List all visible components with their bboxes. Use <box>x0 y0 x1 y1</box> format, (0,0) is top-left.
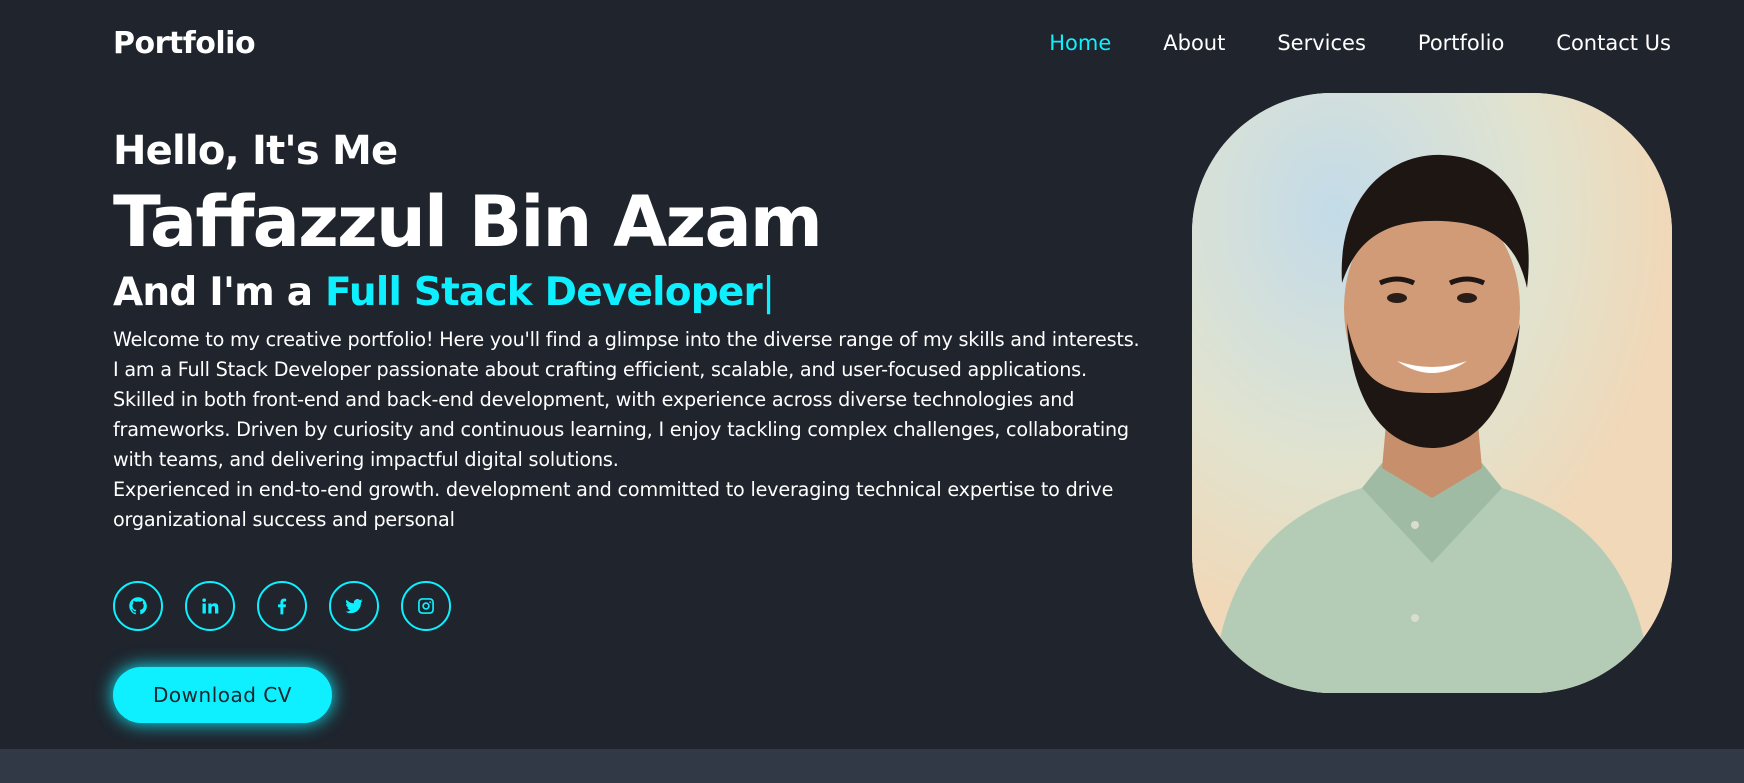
main-nav: Home About Services Portfolio Contact Us <box>1049 31 1671 55</box>
description-line: frameworks. Driven by curiosity and cont… <box>113 418 1129 441</box>
typing-caret: | <box>761 270 775 315</box>
site-header: Portfolio Home About Services Portfolio … <box>0 0 1744 86</box>
linkedin-icon <box>202 598 219 614</box>
hero-text: Hello, It's Me Taffazzul Bin Azam And I'… <box>113 120 1193 535</box>
role-line: And I'm a Full Stack Developer| <box>113 262 1193 324</box>
hero-description: Welcome to my creative portfolio! Here y… <box>113 325 1193 535</box>
logo[interactable]: Portfolio <box>113 26 256 61</box>
description-line: Experienced in end-to-end growth. develo… <box>113 478 1114 501</box>
linkedin-link[interactable] <box>185 581 235 631</box>
nav-portfolio[interactable]: Portfolio <box>1418 31 1504 55</box>
facebook-icon <box>278 598 287 615</box>
description-line: Welcome to my creative portfolio! Here y… <box>113 328 1140 351</box>
nav-contact[interactable]: Contact Us <box>1556 31 1671 55</box>
nav-about[interactable]: About <box>1163 31 1225 55</box>
next-section-band <box>0 749 1744 783</box>
profile-portrait-illustration <box>1192 93 1672 693</box>
description-line: organizational success and personal <box>113 508 455 531</box>
greeting: Hello, It's Me <box>113 128 398 174</box>
github-icon <box>129 597 147 615</box>
instagram-link[interactable] <box>401 581 451 631</box>
description-line: with teams, and delivering impactful dig… <box>113 448 619 471</box>
role-prefix: And I'm a <box>113 270 326 315</box>
github-link[interactable] <box>113 581 163 631</box>
download-cv-button[interactable]: Download CV <box>113 667 332 723</box>
facebook-link[interactable] <box>257 581 307 631</box>
nav-home[interactable]: Home <box>1049 31 1111 55</box>
social-links <box>113 581 451 631</box>
portfolio-page: Portfolio Home About Services Portfolio … <box>0 0 1744 783</box>
description-line: Skilled in both front-end and back-end d… <box>113 388 1075 411</box>
instagram-icon <box>418 598 434 614</box>
description-line: I am a Full Stack Developer passionate a… <box>113 358 1087 381</box>
nav-services[interactable]: Services <box>1277 31 1366 55</box>
twitter-link[interactable] <box>329 581 379 631</box>
role-highlight: Full Stack Developer <box>325 270 763 315</box>
profile-photo <box>1192 93 1672 693</box>
twitter-icon <box>345 599 363 614</box>
hero-name: Taffazzul Bin Azam <box>113 181 823 263</box>
